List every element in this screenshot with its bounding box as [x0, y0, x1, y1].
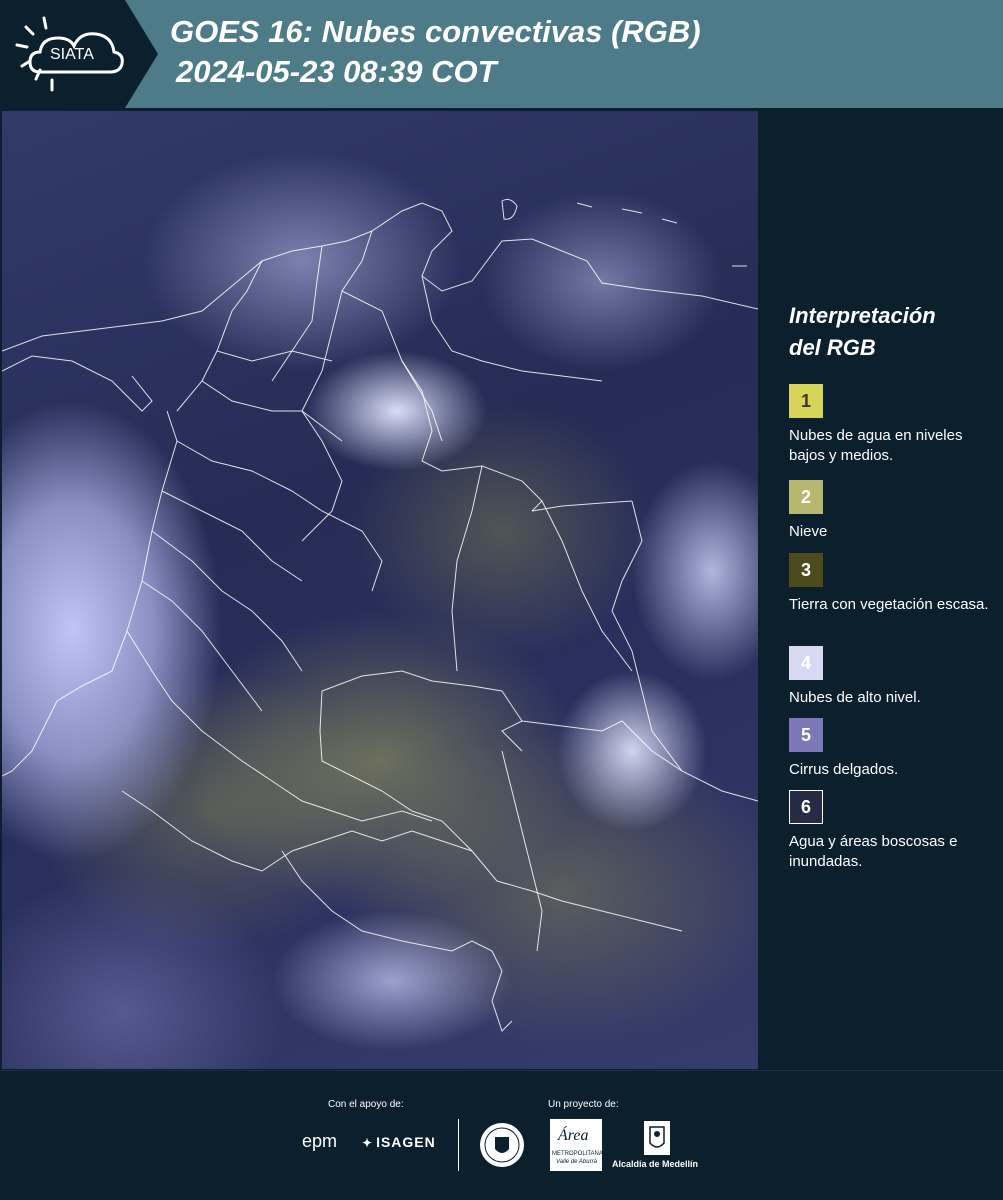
- legend-label-6: Agua y áreas boscosas e inundadas.: [789, 833, 958, 870]
- satellite-map: [2, 111, 758, 1069]
- legend-item-4: 4 Nubes de alto nivel.: [789, 646, 989, 708]
- medellin-seal-icon: [480, 1123, 524, 1167]
- legend-number-5: 5: [800, 724, 811, 745]
- alcaldia-shield-icon: [644, 1121, 670, 1155]
- legend-label-3: Tierra con vegetación escasa.: [789, 596, 989, 613]
- legend-label-2: Nieve: [789, 523, 828, 540]
- legend-number-4: 4: [800, 652, 811, 673]
- support-label: Con el apoyo de:: [328, 1099, 404, 1110]
- legend-number-1: 1: [800, 390, 811, 411]
- legend-number-2: 2: [800, 486, 811, 507]
- borders-overlay: [2, 198, 758, 1032]
- project-label: Un proyecto de:: [548, 1099, 619, 1110]
- legend-item-5: 5 Cirrus delgados.: [789, 718, 989, 780]
- legend-swatch-5: 5: [789, 718, 823, 752]
- epm-logo: epm: [302, 1131, 338, 1151]
- legend-item-1: 1 Nubes de agua en niveles bajos y medio…: [789, 384, 989, 466]
- legend-swatch-2: 2: [789, 480, 823, 514]
- siata-logo: SIATA: [0, 0, 158, 108]
- legend-number-3: 3: [800, 559, 811, 580]
- legend-label-4: Nubes de alto nivel.: [789, 689, 921, 706]
- area-text: Área: [558, 1127, 589, 1144]
- header-bar: SIATA GOES 16: Nubes convectivas (RGB) 2…: [0, 0, 1003, 108]
- legend-item-3: 3 Tierra con vegetación escasa.: [789, 553, 989, 615]
- legend-swatch-1: 1: [789, 384, 823, 418]
- logo-text: SIATA: [50, 46, 94, 63]
- area-sub2: Valle de Aburrá: [556, 1159, 597, 1165]
- legend-swatch-6: 6: [789, 790, 823, 824]
- legend-label-5: Cirrus delgados.: [789, 761, 899, 778]
- footer-divider: [458, 1119, 459, 1171]
- alcaldia-label: Alcaldía de Medellín: [612, 1159, 699, 1169]
- legend-swatch-4: 4: [789, 646, 823, 680]
- isagen-text: ISAGEN: [376, 1134, 436, 1150]
- legend-item-6: 6 Agua y áreas boscosas e inundadas.: [789, 790, 989, 872]
- page-title: GOES 16: Nubes convectivas (RGB): [170, 14, 701, 49]
- isagen-icon: ✦: [362, 1136, 374, 1150]
- isagen-logo: ✦ ISAGEN: [362, 1134, 436, 1150]
- legend-item-2: 2 Nieve: [789, 480, 989, 542]
- legend-label-1: Nubes de agua en niveles bajos y medios.: [789, 427, 963, 464]
- legend-title-line2: del RGB: [789, 335, 876, 360]
- footer: Con el apoyo de: Un proyecto de: epm ✦ IS…: [0, 1070, 1003, 1200]
- legend-title: Interpretación del RGB: [789, 300, 989, 364]
- legend-swatch-3: 3: [789, 553, 823, 587]
- legend-title-line1: Interpretación: [789, 303, 936, 328]
- page-timestamp: 2024-05-23 08:39 COT: [176, 54, 497, 89]
- area-metropolitana-logo: Área METROPOLITANA Valle de Aburrá: [550, 1119, 603, 1171]
- legend-number-6: 6: [800, 796, 811, 817]
- area-sub: METROPOLITANA: [552, 1151, 603, 1157]
